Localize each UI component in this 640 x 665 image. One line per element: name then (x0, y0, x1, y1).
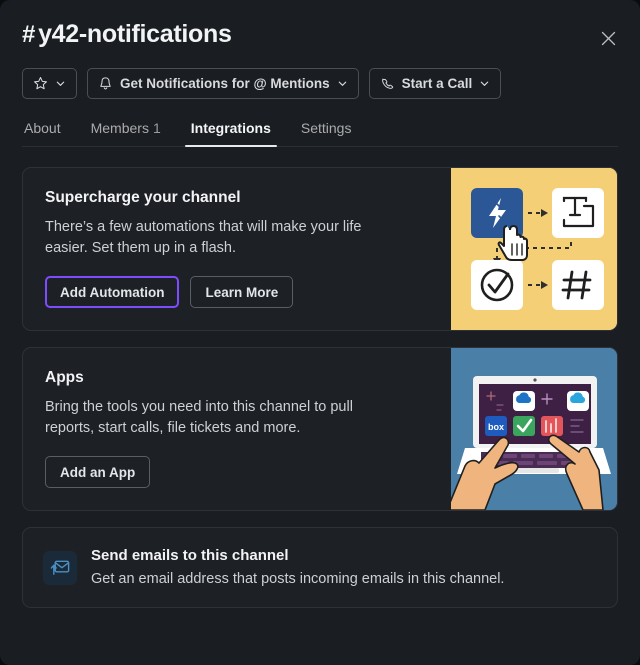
tab-members-label: Members (90, 120, 149, 136)
apps-card-actions: Add an App (45, 456, 433, 488)
bell-icon (98, 76, 113, 91)
tab-settings-label: Settings (300, 120, 352, 136)
channel-hash-icon: # (22, 21, 36, 48)
tab-integrations-label: Integrations (190, 120, 271, 136)
send-emails-description: Get an email address that posts incoming… (91, 571, 505, 587)
tab-settings[interactable]: Settings (299, 114, 354, 146)
laptop-hands-apps-illustration: box (451, 348, 617, 510)
learn-more-button[interactable]: Learn More (190, 276, 294, 308)
integrations-content: Supercharge your channel There’s a few a… (0, 147, 640, 665)
start-call-button[interactable]: Start a Call (368, 68, 502, 99)
supercharge-card-text: Supercharge your channel There’s a few a… (23, 168, 451, 330)
apps-card-title: Apps (45, 369, 84, 386)
add-automation-button[interactable]: Add Automation (45, 276, 180, 308)
apps-card-text: Apps Bring the tools you need into this … (23, 348, 451, 510)
automation-workflow-illustration (451, 168, 617, 330)
tab-integrations[interactable]: Integrations (184, 114, 278, 147)
email-arrow-icon (50, 557, 71, 578)
star-channel-button[interactable] (22, 68, 77, 99)
add-an-app-button[interactable]: Add an App (45, 456, 151, 488)
chevron-down-icon (337, 78, 348, 89)
send-emails-title: Send emails to this channel (91, 547, 289, 564)
start-call-button-label: Start a Call (401, 75, 473, 91)
close-icon (600, 30, 617, 47)
notifications-button-label: Get Notifications for @ Mentions (120, 75, 330, 91)
chevron-down-icon (55, 78, 66, 89)
tab-members[interactable]: Members 1 (89, 114, 163, 146)
tab-bar: About Members 1 Integrations Settings (22, 114, 618, 147)
notifications-button[interactable]: Get Notifications for @ Mentions (87, 68, 359, 99)
apps-card-description: Bring the tools you need into this chann… (45, 399, 353, 436)
channel-toolbar: Get Notifications for @ Mentions Start a… (22, 68, 618, 99)
supercharge-card-actions: Add Automation Learn More (45, 276, 433, 308)
tab-members-count: 1 (152, 120, 161, 136)
channel-name: y42-notifications (38, 20, 232, 48)
supercharge-card: Supercharge your channel There’s a few a… (22, 167, 618, 331)
tab-about-label: About (24, 120, 61, 136)
tab-about[interactable]: About (22, 114, 63, 146)
apps-card: Apps Bring the tools you need into this … (22, 347, 618, 511)
channel-details-dialog: # y42-notifications Get Notifications fo… (0, 0, 640, 665)
send-emails-card[interactable]: Send emails to this channel Get an email… (22, 527, 618, 608)
supercharge-card-title: Supercharge your channel (45, 189, 241, 206)
send-emails-texts: Send emails to this channel Get an email… (91, 546, 504, 589)
title-row: # y42-notifications (22, 18, 618, 51)
close-button[interactable] (592, 22, 624, 54)
supercharge-card-description: There’s a few automations that will make… (45, 219, 362, 256)
email-icon-container (43, 550, 77, 585)
dialog-header: # y42-notifications Get Notifications fo… (0, 0, 640, 147)
star-icon (33, 76, 48, 91)
phone-icon (380, 76, 395, 91)
page-title: # y42-notifications (22, 18, 232, 51)
svg-text:box: box (488, 422, 504, 432)
chevron-down-icon (479, 78, 490, 89)
